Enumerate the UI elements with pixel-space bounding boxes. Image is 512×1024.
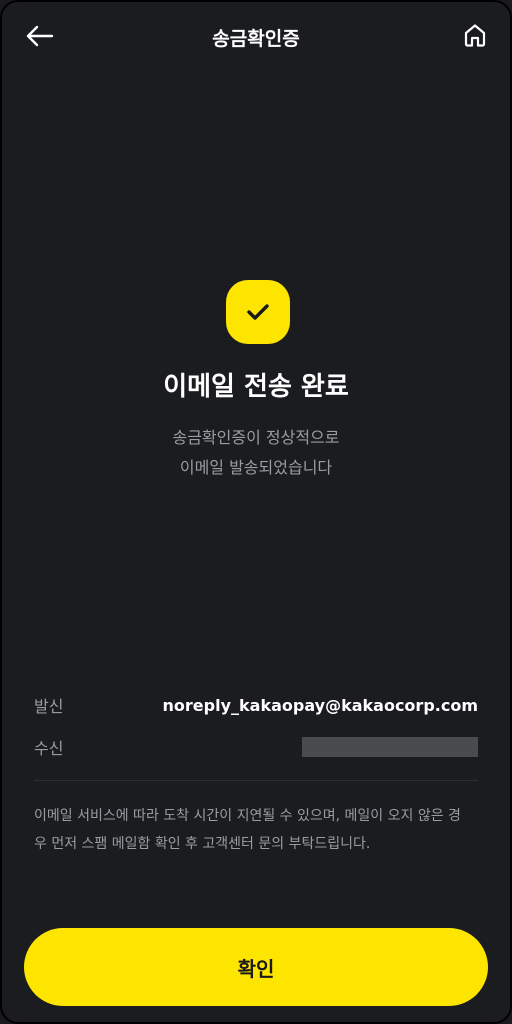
status-title: 이메일 전송 완료 [163, 372, 349, 402]
check-icon [247, 304, 269, 320]
status-description: 송금확인증이 정상적으로 이메일 발송되었습니다 [2, 423, 510, 483]
top-bar: 송금확인증 [2, 2, 510, 72]
sender-row: 발신 noreply_kakaopay@kakaocorp.com [34, 692, 478, 718]
status-description-line-2: 이메일 발송되었습니다 [179, 458, 333, 477]
recipient-row: 수신 [34, 734, 478, 760]
recipient-label: 수신 [34, 739, 64, 758]
page-title: 송금확인증 [212, 28, 300, 50]
sender-email: noreply_kakaopay@kakaocorp.com [162, 695, 478, 715]
recipient-email-redacted [302, 737, 478, 757]
confirm-button[interactable]: 확인 [24, 928, 488, 1006]
success-badge [226, 280, 290, 344]
status-description-line-1: 송금확인증이 정상적으로 [172, 428, 340, 447]
sender-label: 발신 [34, 697, 64, 716]
divider [34, 780, 478, 781]
app-screen: 송금확인증 이메일 전송 완료 송금확인증이 정상적으로 이메일 발송되었습니다… [0, 0, 512, 1024]
delivery-notice: 이메일 서비스에 따라 도착 시간이 지연될 수 있으며, 메일이 오지 않은 … [34, 808, 461, 852]
home-button[interactable] [460, 20, 490, 50]
home-icon [464, 24, 486, 47]
